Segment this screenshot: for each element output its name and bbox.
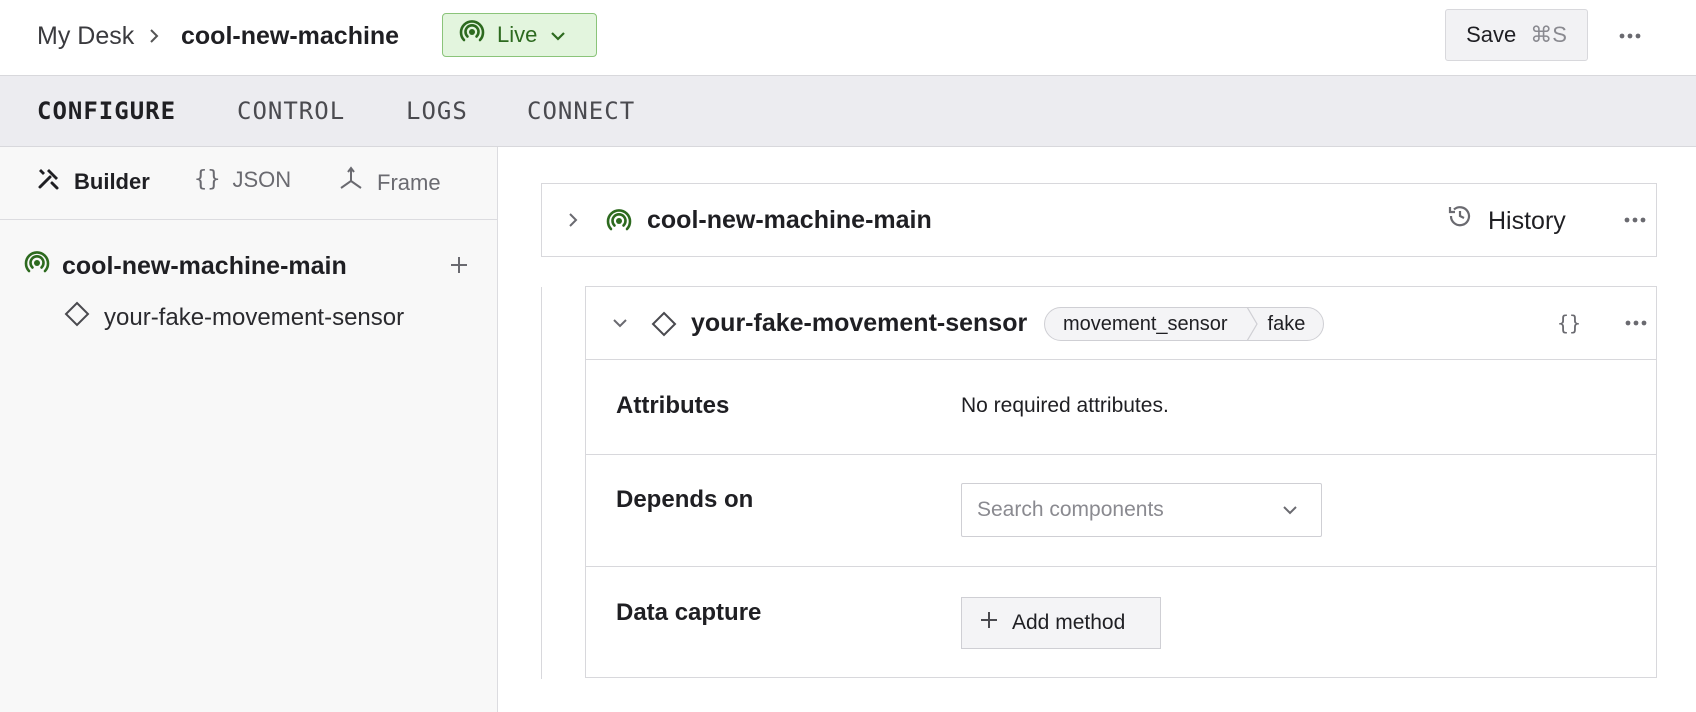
- mode-builder[interactable]: Builder: [36, 165, 150, 199]
- component-header: your-fake-movement-sensor movement_senso…: [586, 287, 1656, 360]
- signal-icon: [606, 208, 632, 239]
- mode-json-label: JSON: [232, 167, 292, 192]
- tree-child-label: your-fake-movement-sensor: [104, 303, 405, 331]
- chevron-right-icon: [148, 18, 162, 65]
- tree-guide-line: [541, 287, 542, 679]
- history-button[interactable]: History: [1446, 202, 1566, 240]
- add-method-label: Add method: [1012, 611, 1126, 634]
- depends-on-label: Depends on: [616, 486, 754, 513]
- json-view-button[interactable]: {}: [1552, 306, 1586, 340]
- breadcrumb-parent[interactable]: My Desk: [37, 18, 134, 54]
- diamond-icon: [64, 301, 90, 334]
- diamond-icon: [651, 311, 677, 342]
- main-tabs: CONFIGURE CONTROL LOGS CONNECT: [0, 76, 1696, 147]
- save-button[interactable]: Save ⌘S: [1445, 9, 1588, 61]
- history-label: History: [1488, 207, 1566, 235]
- component-model: fake: [1267, 312, 1306, 335]
- tab-connect[interactable]: CONNECT: [527, 96, 635, 126]
- add-component-button[interactable]: [444, 250, 474, 280]
- machine-part-card: cool-new-machine-main History: [541, 183, 1657, 257]
- mode-frame-label: Frame: [377, 170, 441, 195]
- chevron-right-icon[interactable]: [566, 210, 580, 235]
- save-label: Save: [1466, 22, 1517, 47]
- more-options-icon[interactable]: [1618, 203, 1652, 237]
- tree-item-machine-part[interactable]: cool-new-machine-main: [24, 250, 347, 283]
- depends-on-row: Depends on Search components: [586, 455, 1656, 567]
- braces-icon: {}: [194, 167, 221, 192]
- mode-builder-label: Builder: [74, 169, 150, 194]
- chevron-down-icon: [549, 22, 567, 48]
- chevron-down-icon[interactable]: [610, 313, 630, 338]
- top-header: My Desk cool-new-machine Live Save ⌘S: [0, 0, 1696, 76]
- sidebar: Builder {} JSON Frame cool-new-machine-m…: [0, 147, 498, 712]
- component-type-badge: movement_sensor fake: [1044, 307, 1325, 341]
- search-components-placeholder: Search components: [977, 498, 1164, 521]
- signal-icon: [459, 19, 485, 51]
- component-card: your-fake-movement-sensor movement_senso…: [585, 286, 1657, 678]
- axes-icon: [337, 165, 365, 201]
- chevron-separator-icon: [1246, 308, 1258, 340]
- tree-root-label: cool-new-machine-main: [62, 252, 347, 280]
- add-method-button[interactable]: Add method: [961, 597, 1161, 649]
- data-capture-row: Data capture Add method: [586, 567, 1656, 678]
- plus-icon: [980, 611, 998, 635]
- search-components-select[interactable]: Search components: [961, 483, 1322, 537]
- status-label: Live: [497, 22, 538, 47]
- mode-switcher: Builder {} JSON Frame: [0, 147, 497, 220]
- tab-configure[interactable]: CONFIGURE: [37, 96, 176, 126]
- attributes-label: Attributes: [616, 392, 730, 419]
- tools-icon: [36, 165, 62, 199]
- component-type: movement_sensor: [1063, 312, 1228, 335]
- save-shortcut: ⌘S: [1530, 22, 1567, 47]
- breadcrumb-current: cool-new-machine: [181, 22, 400, 50]
- more-options-icon[interactable]: [1619, 306, 1653, 340]
- signal-icon: [24, 250, 50, 283]
- status-dropdown[interactable]: Live: [442, 13, 597, 57]
- mode-json[interactable]: {} JSON: [194, 165, 291, 195]
- tab-logs[interactable]: LOGS: [406, 96, 468, 126]
- machine-part-name: cool-new-machine-main: [647, 206, 932, 234]
- attributes-row: Attributes No required attributes.: [586, 360, 1656, 455]
- history-icon: [1446, 202, 1474, 240]
- component-name: your-fake-movement-sensor: [691, 309, 1028, 337]
- chevron-down-icon: [1281, 501, 1299, 525]
- mode-frame[interactable]: Frame: [337, 165, 441, 201]
- data-capture-label: Data capture: [616, 599, 762, 626]
- more-options-icon[interactable]: [1612, 18, 1648, 54]
- tab-control[interactable]: CONTROL: [237, 96, 345, 126]
- attributes-value: No required attributes.: [961, 394, 1169, 417]
- tree-item-component[interactable]: your-fake-movement-sensor: [64, 301, 404, 334]
